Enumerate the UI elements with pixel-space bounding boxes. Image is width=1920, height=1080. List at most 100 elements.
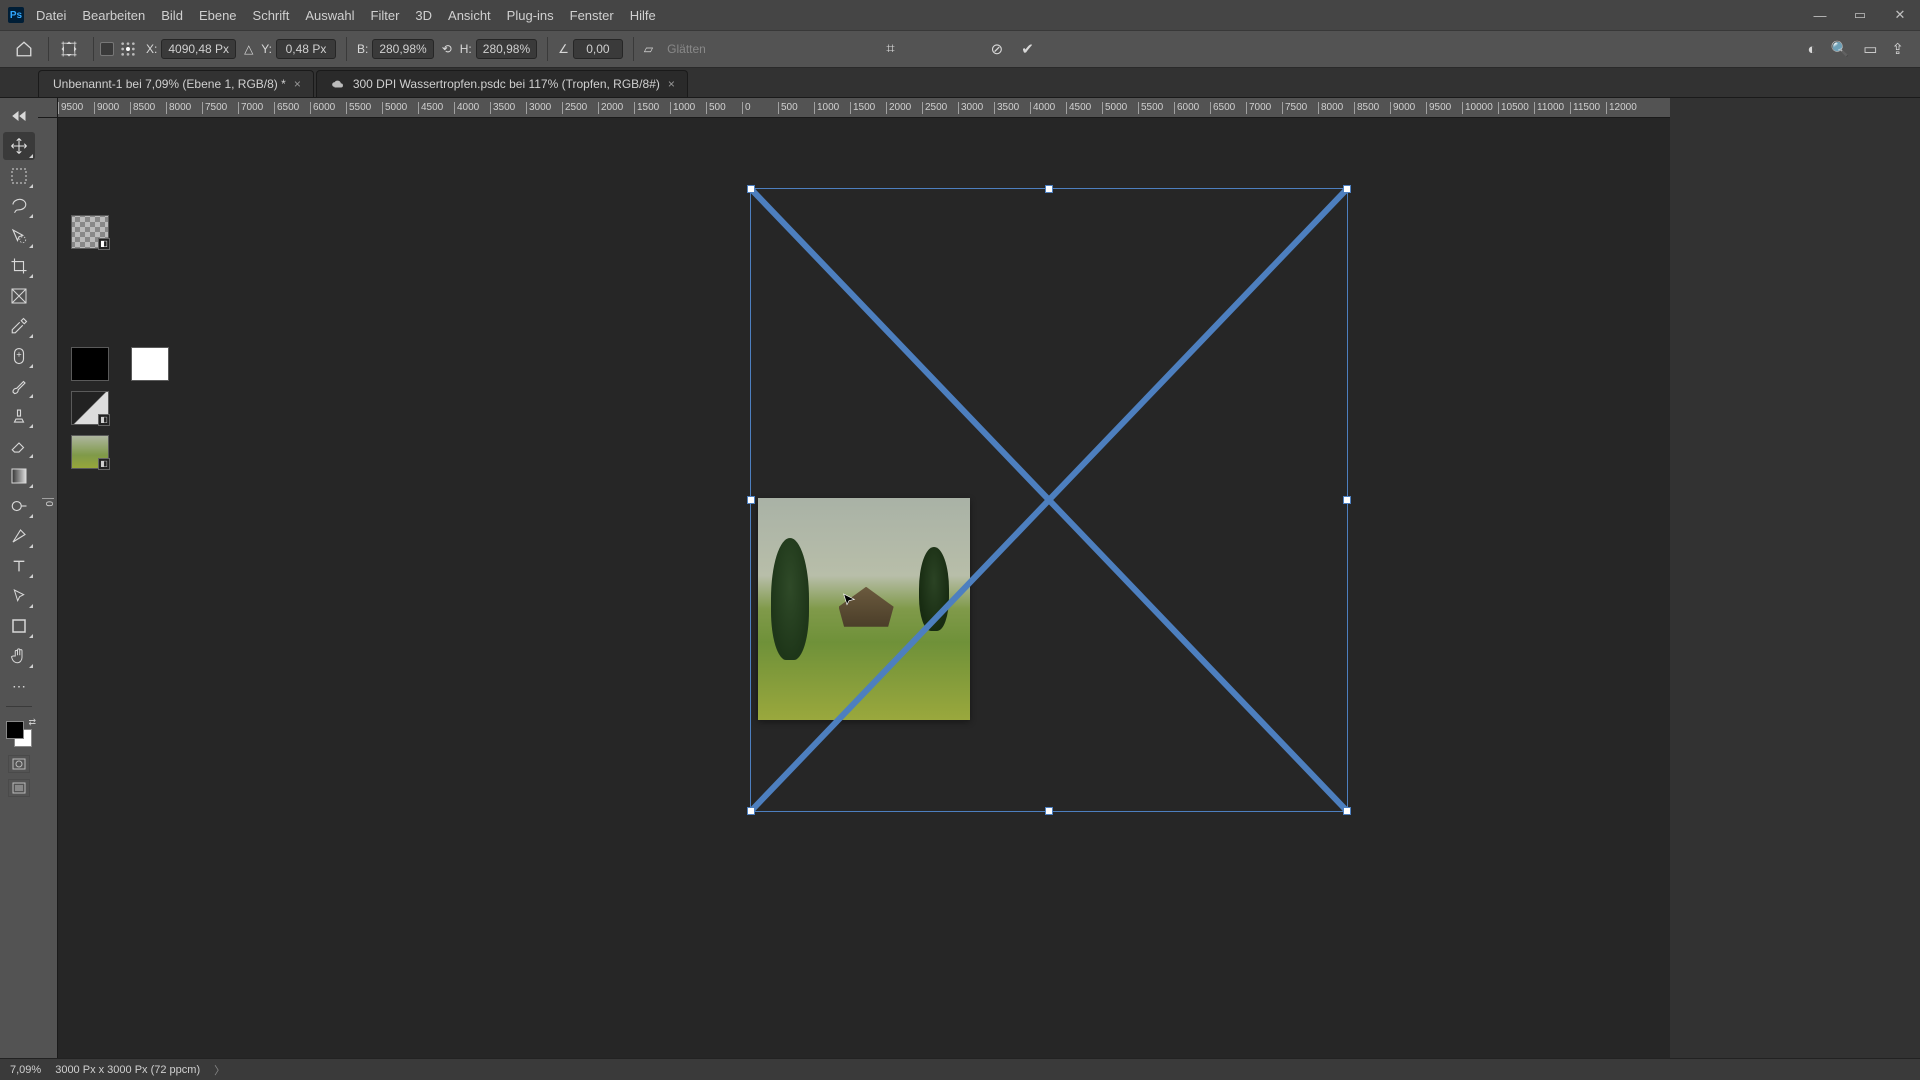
ruler-h-tick: 11500	[1570, 102, 1600, 114]
transform-handle-se[interactable]	[1343, 807, 1351, 815]
ruler-h-tick: 9000	[1390, 102, 1415, 114]
collapse-tool-panel[interactable]	[3, 102, 35, 130]
ruler-h-tick: 5000	[1102, 102, 1127, 114]
eyedropper-tool[interactable]	[3, 312, 35, 340]
edit-toolbar[interactable]: ⋯	[3, 672, 35, 700]
document-info[interactable]: 3000 Px x 3000 Px (72 ppcm)	[55, 1064, 200, 1076]
menu-fenster[interactable]: Fenster	[570, 8, 614, 23]
vertical-ruler[interactable]: 0	[38, 118, 58, 1058]
gradient-tool[interactable]	[3, 462, 35, 490]
swap-colors-icon[interactable]: ⇄	[28, 717, 36, 728]
ruler-h-tick: 6500	[1210, 102, 1235, 114]
dodge-tool[interactable]	[3, 492, 35, 520]
screen-mode-toggle[interactable]	[8, 779, 30, 797]
commit-transform-button[interactable]: ✔	[1021, 40, 1034, 58]
h-label: H:	[460, 42, 472, 56]
document-tab-bar: Unbenannt-1 bei 7,09% (Ebene 1, RGB/8) *…	[0, 68, 1920, 98]
menu-bearbeiten[interactable]: Bearbeiten	[82, 8, 145, 23]
transform-handle-s[interactable]	[1045, 807, 1053, 815]
clone-stamp-tool[interactable]	[3, 402, 35, 430]
home-button[interactable]	[10, 35, 38, 63]
foreground-color[interactable]	[6, 721, 24, 739]
menu-ebene[interactable]: Ebene	[199, 8, 237, 23]
reference-point-toggle[interactable]	[100, 42, 114, 56]
lasso-tool[interactable]	[3, 192, 35, 220]
menu-ansicht[interactable]: Ansicht	[448, 8, 491, 23]
window-restore-button[interactable]: ▭	[1840, 7, 1880, 23]
horizontal-ruler[interactable]: 9500900085008000750070006500600055005000…	[58, 98, 1670, 118]
w-label: B:	[357, 42, 368, 56]
cancel-transform-button[interactable]: ⊘	[991, 40, 1004, 58]
ruler-h-tick: 12000	[1606, 102, 1637, 114]
layer-thumbnail[interactable]	[71, 347, 109, 381]
transform-handle-e[interactable]	[1343, 496, 1351, 504]
transform-tool-icon[interactable]	[55, 35, 83, 63]
search-icon[interactable]: 🔍	[1831, 40, 1850, 58]
color-swatches[interactable]: ⇄	[4, 719, 34, 749]
canvas-wrapper: 9500900085008000750070006500600055005000…	[38, 98, 1670, 1058]
menu-bild[interactable]: Bild	[161, 8, 183, 23]
menu-plugins[interactable]: Plug-ins	[507, 8, 554, 23]
hand-tool[interactable]	[3, 642, 35, 670]
document-tab-1-close[interactable]: ×	[294, 77, 301, 91]
transform-handle-ne[interactable]	[1343, 185, 1351, 193]
select-subject-icon[interactable]: ◐	[1807, 41, 1816, 58]
quick-select-tool[interactable]	[3, 222, 35, 250]
move-tool[interactable]	[3, 132, 35, 160]
x-field[interactable]: 4090,48 Px	[161, 39, 236, 59]
x-label: X:	[146, 42, 157, 56]
ruler-h-tick: 1500	[850, 102, 875, 114]
shape-tool[interactable]	[3, 612, 35, 640]
smooth-label: Glätten	[667, 42, 706, 56]
workspace-icon[interactable]: ▭	[1863, 40, 1877, 58]
window-close-button[interactable]: ✕	[1880, 7, 1920, 23]
menu-hilfe[interactable]: Hilfe	[630, 8, 656, 23]
healing-brush-tool[interactable]	[3, 342, 35, 370]
share-icon[interactable]: ⇪	[1891, 40, 1904, 58]
transform-handle-sw[interactable]	[747, 807, 755, 815]
skew-icon: ▱	[644, 42, 653, 56]
transform-bounding-box[interactable]	[750, 188, 1348, 812]
layer-mask-thumbnail[interactable]	[131, 347, 169, 381]
crop-tool[interactable]	[3, 252, 35, 280]
type-tool[interactable]	[3, 552, 35, 580]
menu-datei[interactable]: Datei	[36, 8, 66, 23]
menu-filter[interactable]: Filter	[371, 8, 400, 23]
path-select-tool[interactable]	[3, 582, 35, 610]
link-wh-icon[interactable]: ⟲	[442, 42, 452, 56]
document-tab-1[interactable]: Unbenannt-1 bei 7,09% (Ebene 1, RGB/8) *…	[38, 70, 314, 97]
brush-tool[interactable]	[3, 372, 35, 400]
ruler-origin[interactable]	[38, 98, 58, 118]
canvas[interactable]	[58, 118, 1670, 1058]
ruler-h-tick: 8500	[130, 102, 155, 114]
transform-handle-nw[interactable]	[747, 185, 755, 193]
transform-handle-n[interactable]	[1045, 185, 1053, 193]
transform-handle-w[interactable]	[747, 496, 755, 504]
marquee-tool[interactable]	[3, 162, 35, 190]
ruler-h-tick: 500	[778, 102, 798, 114]
window-minimize-button[interactable]: —	[1800, 8, 1840, 23]
frame-tool[interactable]	[3, 282, 35, 310]
reference-point-grid[interactable]	[118, 35, 138, 63]
y-field[interactable]: 0,48 Px	[276, 39, 336, 59]
pen-tool[interactable]	[3, 522, 35, 550]
doc-info-menu[interactable]: 〉	[214, 1062, 225, 1078]
eraser-tool[interactable]	[3, 432, 35, 460]
zoom-level[interactable]: 7,09%	[10, 1064, 41, 1076]
menu-auswahl[interactable]: Auswahl	[305, 8, 354, 23]
ruler-h-tick: 6000	[310, 102, 335, 114]
h-field[interactable]: 280,98%	[476, 39, 537, 59]
quick-mask-toggle[interactable]	[8, 755, 30, 773]
cloud-icon	[331, 78, 345, 90]
layer-thumbnail[interactable]: ◧	[71, 435, 109, 469]
angle-field[interactable]: 0,00	[573, 39, 623, 59]
document-tab-2-close[interactable]: ×	[668, 77, 675, 91]
layer-thumbnail[interactable]: ◧	[71, 391, 109, 425]
w-field[interactable]: 280,98%	[372, 39, 433, 59]
menu-schrift[interactable]: Schrift	[253, 8, 290, 23]
layer-thumbnail[interactable]: ◧	[71, 215, 109, 249]
menu-3d[interactable]: 3D	[415, 8, 432, 23]
document-tab-2[interactable]: 300 DPI Wassertropfen.psdc bei 117% (Tro…	[316, 70, 688, 97]
swap-xy-icon[interactable]: △	[244, 42, 253, 56]
warp-icon[interactable]: ⌗	[886, 40, 894, 58]
